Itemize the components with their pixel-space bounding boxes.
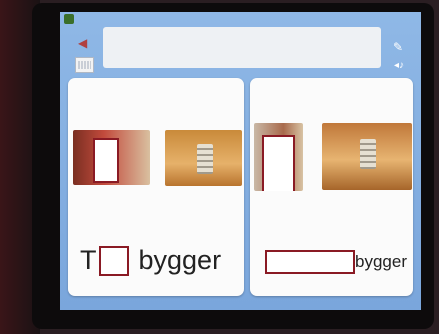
redaction-box	[93, 138, 119, 183]
pencil-icon[interactable]: ✎	[393, 40, 403, 54]
tower-photo	[322, 123, 412, 190]
speaker-icon[interactable]: ◀	[78, 36, 90, 50]
keyboard-icon[interactable]	[75, 57, 94, 73]
app-screen: ◀ ✎ ◂♪ T bygger bygger	[60, 12, 421, 310]
block-tower	[197, 144, 213, 174]
redaction-box	[262, 135, 295, 191]
person-photo	[73, 130, 150, 185]
choice-card-right[interactable]: bygger	[250, 78, 413, 296]
home-icon[interactable]	[64, 14, 74, 24]
sentence-suffix: bygger	[355, 252, 407, 271]
sentence-suffix: bygger	[138, 245, 222, 275]
choice-card-left[interactable]: T bygger	[68, 78, 244, 296]
name-blank-box	[265, 250, 355, 274]
sentence-left: T bygger	[80, 245, 221, 276]
sentence-right: bygger	[265, 250, 407, 274]
tower-photo	[165, 130, 242, 186]
sentence-prefix: T	[80, 245, 97, 275]
name-blank-box	[98, 245, 129, 276]
person-photo	[254, 123, 303, 191]
audio-icon[interactable]: ◂♪	[394, 60, 404, 71]
block-tower	[360, 139, 376, 169]
message-text-area[interactable]	[103, 27, 381, 68]
